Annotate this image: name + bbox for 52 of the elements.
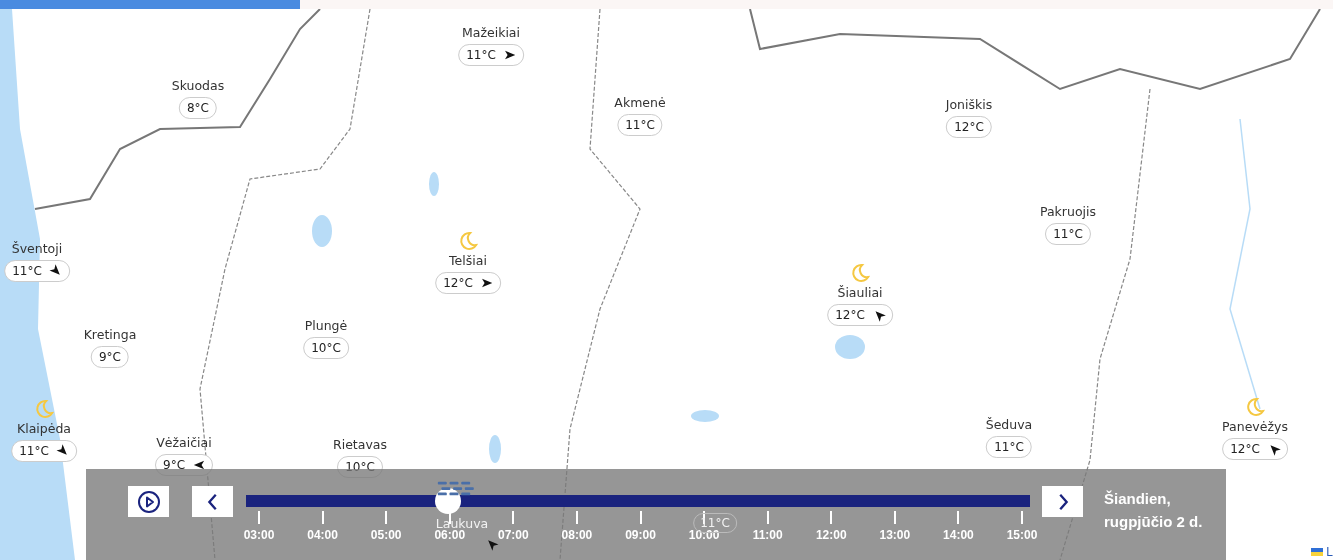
date-label: Šiandien,: [1104, 489, 1172, 509]
city-name: Mažeikiai: [462, 25, 520, 40]
city-name: Laukuva: [435, 516, 489, 531]
time-label: 05:00: [370, 528, 402, 542]
time-label: 11:00: [752, 528, 783, 542]
time-label: 15:00: [1006, 528, 1038, 542]
lake: [489, 435, 501, 463]
time-label: 04:00: [307, 528, 338, 542]
city-name: Klaipėda: [17, 421, 71, 436]
temperature-label: 11°C: [11, 440, 77, 462]
temperature-label: 12°C: [827, 304, 893, 326]
time-label: 09:00: [625, 528, 656, 542]
temperature-label: 12°C: [435, 272, 501, 294]
temperature-label: 10°C: [303, 337, 349, 359]
city-name: Pakruojis: [1040, 204, 1096, 219]
lake: [429, 172, 439, 196]
date-label: rugpjūčio 2 d.: [1104, 512, 1203, 532]
attribution-link[interactable]: L: [1326, 546, 1333, 558]
city-name: Joniškis: [945, 97, 993, 112]
lake: [691, 410, 719, 422]
time-label: 06:00: [434, 528, 466, 542]
time-label: 08:00: [561, 528, 593, 542]
time-label: 12:00: [815, 528, 847, 542]
city-name: Rietavas: [333, 437, 387, 452]
time-label: 03:00: [243, 528, 275, 542]
city-name: Akmenė: [614, 95, 666, 110]
city-name: Šventoji: [11, 241, 63, 256]
city-name: Kretinga: [83, 327, 137, 342]
temperature-label: 11°C: [1045, 223, 1091, 245]
time-label: 07:00: [498, 528, 529, 542]
city-name: Panevėžys: [1222, 419, 1288, 434]
city-name: Plungė: [304, 318, 348, 333]
city-name: Šeduva: [985, 417, 1033, 432]
temperature-label: 12°C: [946, 116, 992, 138]
city-name: Telšiai: [449, 253, 487, 268]
lake: [835, 335, 865, 359]
play-button[interactable]: [128, 486, 169, 517]
city-name: Vėžaičiai: [156, 435, 212, 450]
city-name: Skuodas: [171, 78, 225, 93]
time-label: 14:00: [943, 528, 974, 542]
previous-button[interactable]: [192, 486, 233, 517]
next-button[interactable]: [1042, 486, 1083, 517]
flag-icon: [1311, 548, 1324, 556]
time-label: 13:00: [879, 528, 911, 542]
temperature-label: 11°C: [458, 44, 524, 66]
city-name: Šiauliai: [837, 285, 883, 300]
lake: [312, 215, 332, 247]
temperature-label: 11°C: [986, 436, 1032, 458]
temperature-label: 11°C: [4, 260, 70, 282]
temperature-label: 12°C: [1222, 438, 1288, 460]
play-icon: [136, 489, 161, 514]
temperature-label: 11°C: [617, 114, 663, 136]
